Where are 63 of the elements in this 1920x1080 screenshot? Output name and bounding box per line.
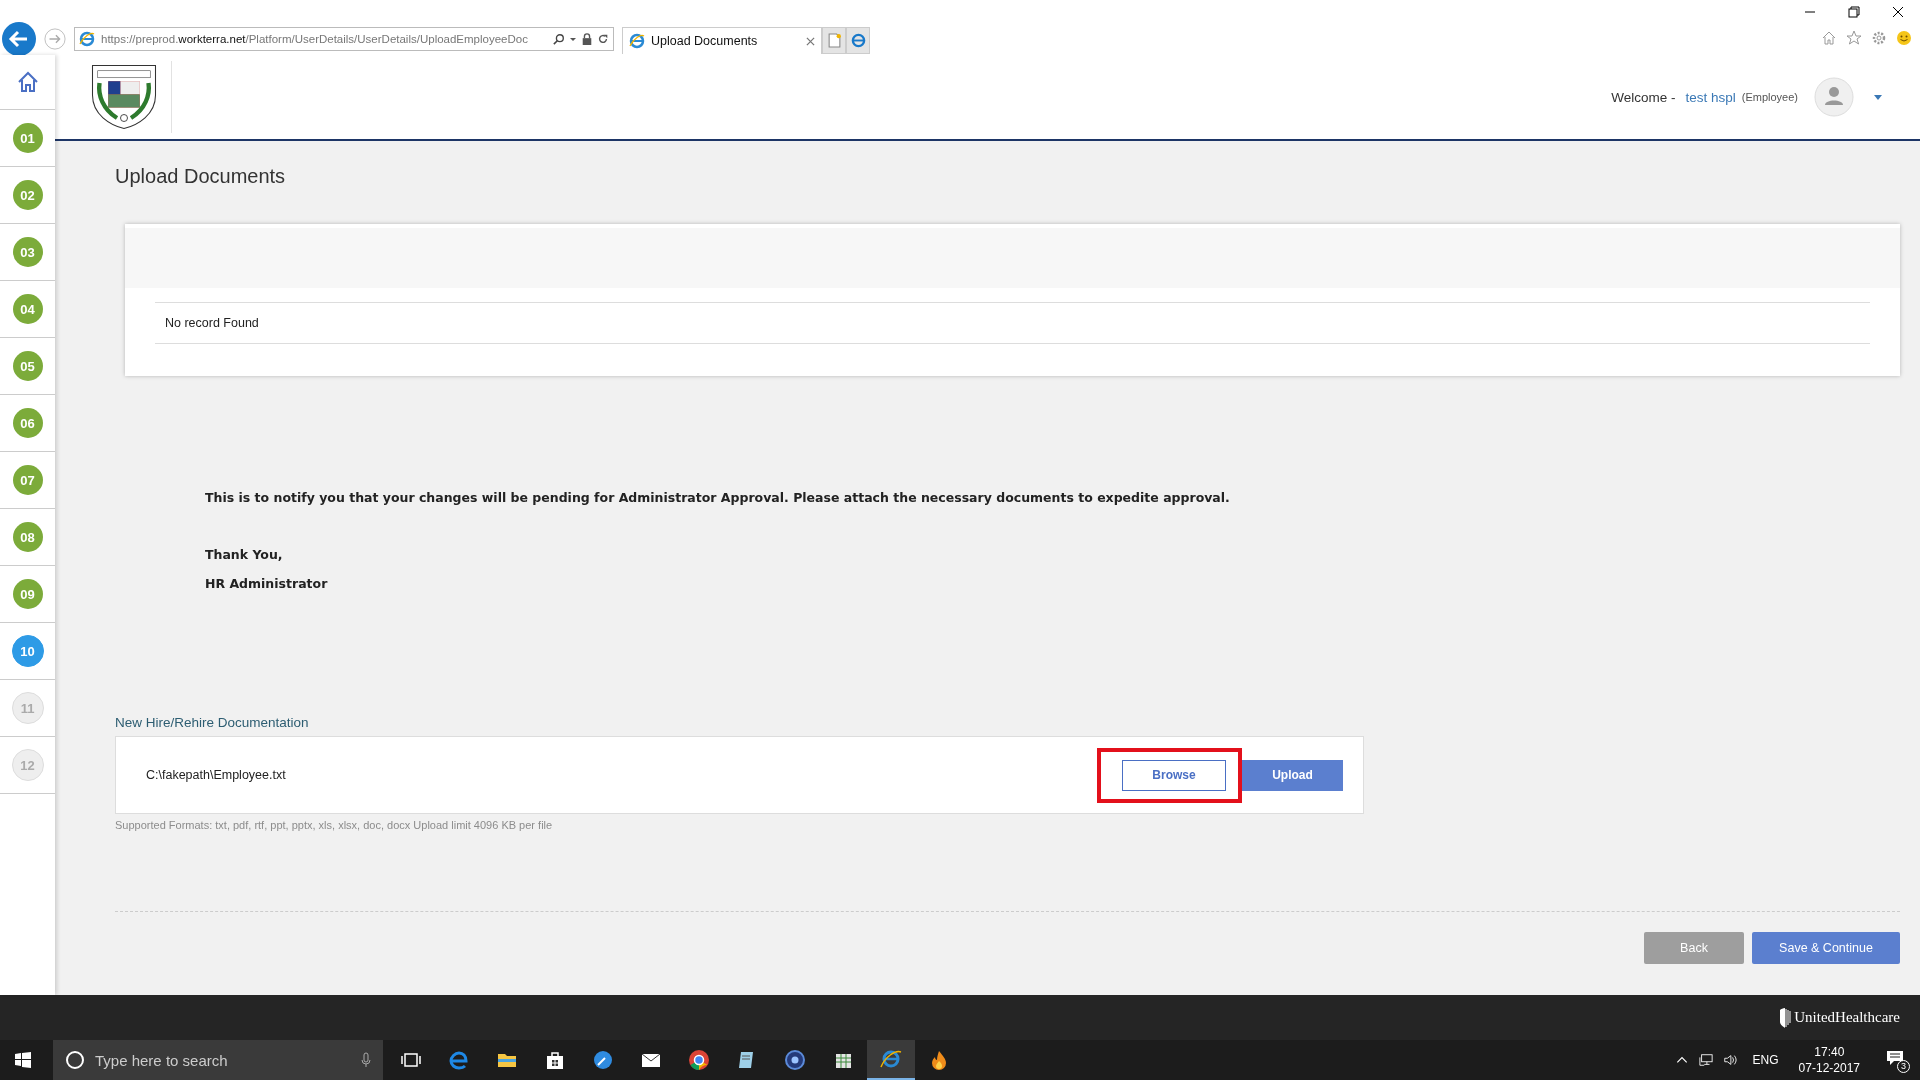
close-icon[interactable] bbox=[1892, 6, 1904, 18]
smiley-icon[interactable] bbox=[1896, 30, 1912, 46]
browser-switch-button[interactable] bbox=[846, 27, 870, 54]
dropdown-caret-icon[interactable] bbox=[1874, 94, 1882, 100]
welcome-label: Welcome - bbox=[1611, 89, 1676, 105]
step-indicator[interactable]: 07 bbox=[12, 465, 43, 495]
save-continue-button[interactable]: Save & Continue bbox=[1752, 932, 1900, 964]
network-icon[interactable] bbox=[1698, 1053, 1713, 1067]
home-icon[interactable] bbox=[1821, 30, 1837, 46]
taskbar-search-field[interactable]: Type here to search bbox=[53, 1040, 383, 1080]
browse-button[interactable]: Browse bbox=[1122, 759, 1226, 791]
browser-e-icon bbox=[850, 33, 866, 48]
notice-message: This is to notify you that your changes will be pending for Administrator Approval. Please attach the necessary documents to expedite approval. bbox=[205, 489, 1231, 507]
chrome-browser-icon[interactable] bbox=[687, 1048, 711, 1072]
upload-button[interactable]: Upload bbox=[1242, 759, 1343, 791]
user-avatar-icon[interactable] bbox=[1814, 77, 1854, 117]
file-path-text: C:\fakepath\Employee.txt bbox=[146, 768, 287, 782]
refresh-icon[interactable] bbox=[597, 33, 609, 45]
step-indicator[interactable]: 04 bbox=[12, 294, 43, 324]
step-indicator[interactable]: 01 bbox=[12, 123, 43, 153]
settings-icon[interactable] bbox=[1871, 30, 1887, 46]
browser-e-icon bbox=[79, 31, 95, 47]
section-title: New Hire/Rehire Documentation bbox=[115, 715, 310, 730]
step-indicator[interactable]: 03 bbox=[12, 237, 43, 267]
brand-name: UnitedHealthcare bbox=[1794, 1009, 1900, 1026]
windows-start-icon[interactable] bbox=[15, 1052, 31, 1068]
step-indicator[interactable]: 06 bbox=[12, 408, 43, 438]
url-text[interactable]: https://preprod.workterra.net/Platform/UserDetails/UserDetails/UploadEmployeeDoc bbox=[101, 33, 549, 45]
volume-icon[interactable] bbox=[1722, 1053, 1737, 1067]
clock-time[interactable]: 17:40 bbox=[1814, 1044, 1845, 1060]
step-indicator[interactable]: 12 bbox=[11, 749, 44, 781]
star-icon[interactable] bbox=[1846, 30, 1862, 46]
search-icon[interactable] bbox=[553, 33, 565, 45]
page-title: Upload Documents bbox=[115, 164, 287, 189]
taskbar-browser-button[interactable] bbox=[867, 1040, 915, 1080]
shield-logo-icon bbox=[1779, 1007, 1792, 1028]
step-indicator[interactable]: 10 bbox=[11, 635, 44, 667]
restore-icon[interactable] bbox=[1848, 6, 1860, 18]
user-role-label: (Employee) bbox=[1741, 91, 1798, 103]
signature-text: HR Administrator bbox=[205, 575, 329, 593]
step-indicator[interactable]: 11 bbox=[11, 692, 44, 724]
step-indicator[interactable]: 02 bbox=[12, 180, 43, 210]
step-indicator[interactable]: 09 bbox=[12, 579, 43, 609]
lock-icon bbox=[581, 33, 593, 45]
back-button[interactable]: Back bbox=[1644, 932, 1744, 964]
circular-app-icon[interactable] bbox=[783, 1048, 807, 1072]
notification-count: 3 bbox=[1897, 1060, 1910, 1073]
address-bar[interactable]: https://preprod.workterra.net/Platform/UserDetails/UserDetails/UploadEmployeeDoc bbox=[74, 27, 614, 51]
clock-date[interactable]: 07-12-2017 bbox=[1798, 1060, 1860, 1076]
page-icon bbox=[826, 33, 842, 48]
language-indicator[interactable]: ENG bbox=[1752, 1053, 1779, 1067]
dropdown-caret-icon[interactable] bbox=[569, 35, 577, 43]
step-indicator[interactable]: 05 bbox=[12, 351, 43, 381]
search-circle-icon bbox=[65, 1050, 85, 1070]
user-name-link[interactable]: test hspl bbox=[1685, 89, 1736, 105]
empty-table-message: No record Found bbox=[165, 316, 259, 330]
notification-icon[interactable] bbox=[1886, 1049, 1904, 1067]
closing-text: Thank You, bbox=[205, 546, 284, 564]
browser-e-icon bbox=[629, 33, 645, 49]
supported-formats-note: Supported Formats: txt, pdf, rtf, ppt, pptx, xls, xlsx, doc, docx Upload limit 4096 KB per file bbox=[115, 819, 554, 831]
step-indicator[interactable]: 08 bbox=[12, 522, 43, 552]
microphone-icon[interactable] bbox=[361, 1052, 371, 1068]
browser-tab[interactable]: Upload Documents bbox=[622, 27, 822, 54]
